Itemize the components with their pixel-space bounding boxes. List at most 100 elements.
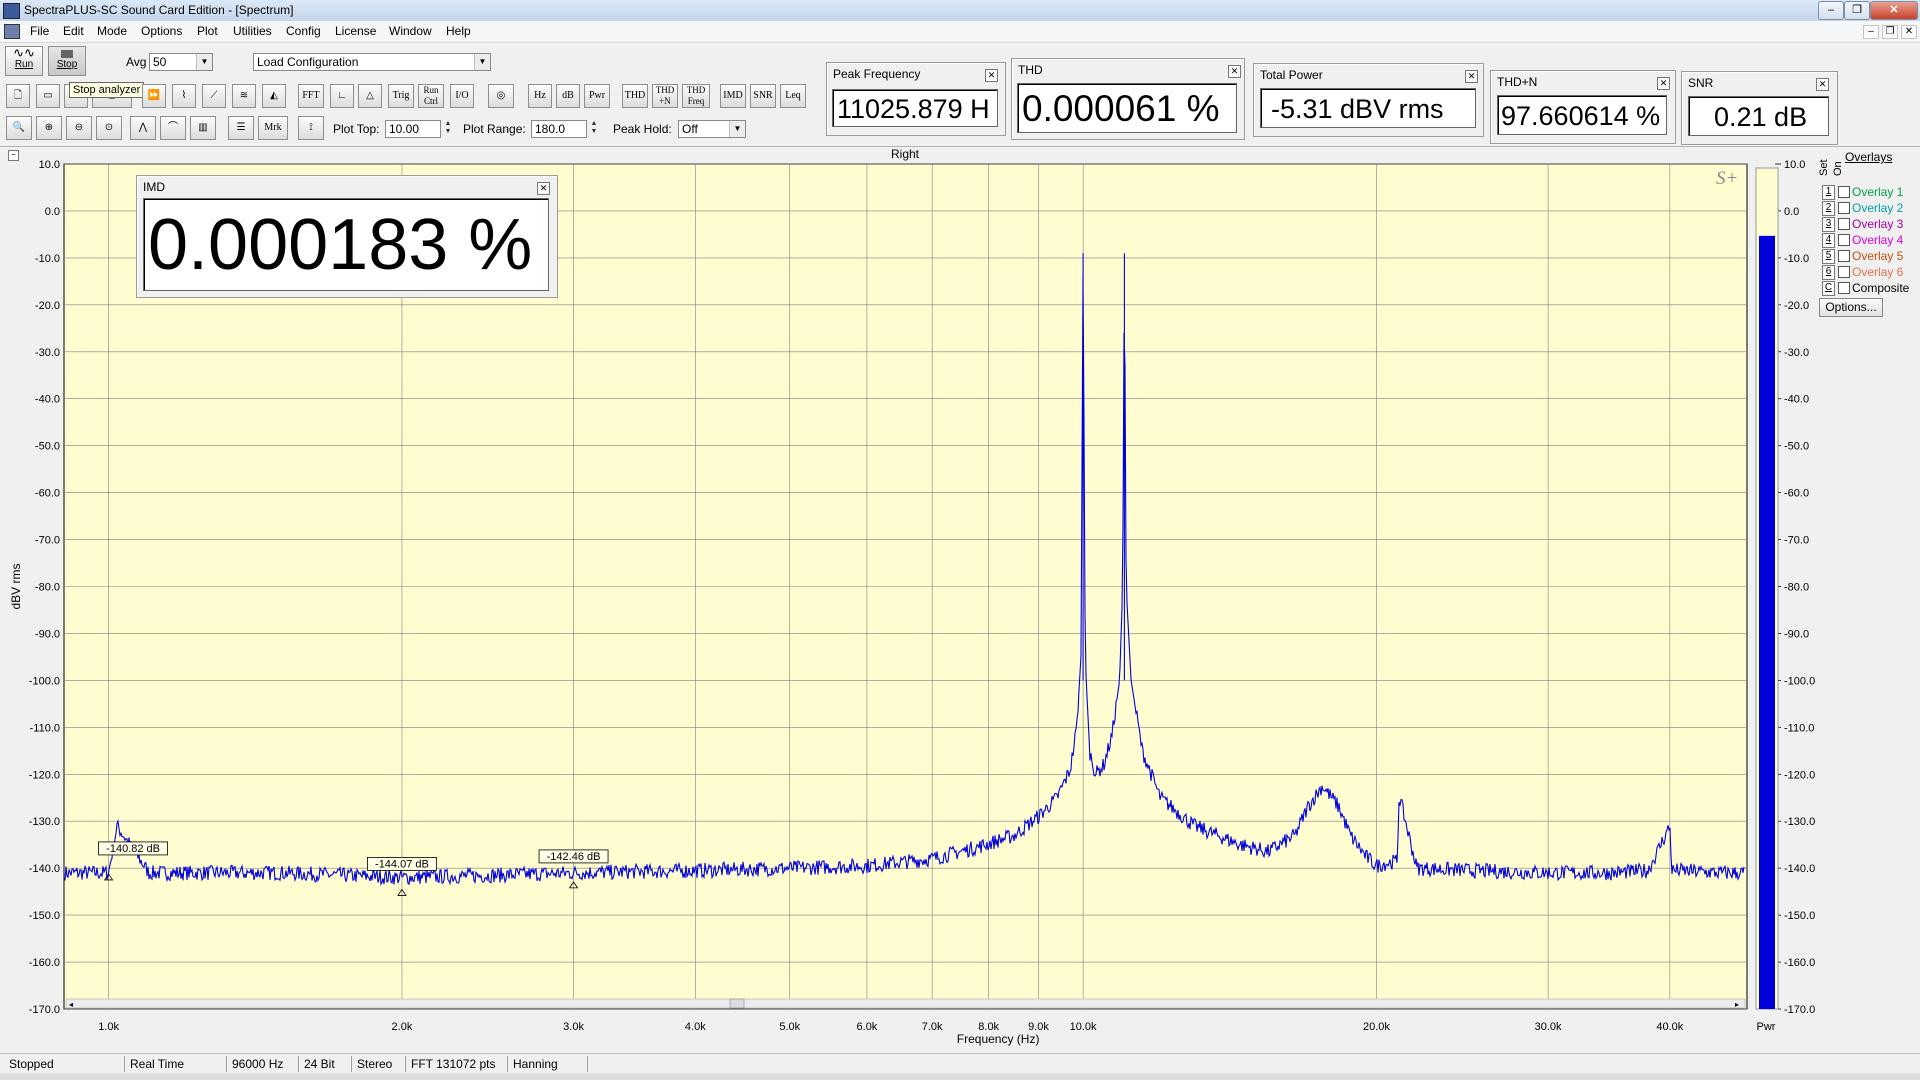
overlay-set-number[interactable]: 5 [1822,249,1835,264]
thd-freq-button[interactable]: THD Freq [682,84,710,108]
overlay-on-checkbox[interactable] [1838,250,1850,262]
overlay-on-checkbox[interactable] [1838,266,1850,278]
thd-button[interactable]: THD [622,84,648,108]
peak-frequency-meter[interactable]: Peak Frequency ✕ 11025.879 H [826,62,1006,136]
stop-button[interactable]: Stop [48,46,86,76]
mdi-minimize-icon[interactable]: ‒ [1863,25,1879,39]
x-tick-label: 7.0k [922,1021,943,1033]
open-folder-icon[interactable]: ▭ [36,84,60,108]
overlay-set-number[interactable]: 3 [1822,217,1835,232]
hz-button[interactable]: Hz [528,84,552,108]
generator-icon[interactable]: ◎ [488,84,514,108]
config-select[interactable]: Load Configuration ▼ [253,53,491,71]
document-icon[interactable] [4,24,20,39]
menu-mode[interactable]: Mode [97,24,127,38]
y-tick-label: 10.0 [39,159,60,171]
spectrogram-icon[interactable]: ⌇ [172,84,196,108]
peak-hold-select[interactable]: Off ▼ [678,120,746,138]
overlay-set-number[interactable]: 6 [1822,265,1835,280]
meter-value: 0.000183 % [143,198,549,291]
scale-icon[interactable]: ⟟ [298,116,324,140]
y-tick-label-right: -80.0 [1784,582,1809,594]
trace-icon[interactable]: ⌒ [160,116,186,140]
menu-plot[interactable]: Plot [197,24,218,38]
list-icon[interactable]: ☰ [228,116,254,140]
thd-n-button[interactable]: THD +N [652,84,678,108]
thd-n-meter[interactable]: THD+N ✕ 97.660614 % [1490,70,1676,144]
menu-license[interactable]: License [335,24,376,38]
x-tick-label: 3.0k [563,1021,584,1033]
menu-help[interactable]: Help [446,24,471,38]
menu-options[interactable]: Options [141,24,182,38]
overlay-on-checkbox[interactable] [1838,282,1850,294]
plot-range-input[interactable]: 180.0 ▲ ▼ [531,120,597,138]
3d-plot-icon[interactable]: ◭ [262,84,286,108]
close-icon[interactable]: ✕ [537,182,550,195]
scope-icon[interactable]: △ [358,84,382,108]
menu-window[interactable]: Window [389,24,432,38]
spinner-icon[interactable]: ▲ ▼ [442,120,454,138]
snr-meter[interactable]: SNR ✕ 0.21 dB [1681,71,1838,145]
avg-select[interactable]: 50 ▼ [149,53,213,71]
close-icon[interactable]: ✕ [985,69,998,82]
meter-title: SNR [1688,76,1714,90]
run-button[interactable]: ∿∿ Run [5,46,43,76]
plot-top-input[interactable]: 10.00 ▲ ▼ [385,120,451,138]
fast-forward-icon[interactable]: ⏩ [142,84,166,108]
db-button[interactable]: dB [556,84,580,108]
axis-icon[interactable]: ∟ [330,84,354,108]
imd-button[interactable]: IMD [720,84,746,108]
new-file-icon[interactable]: 🗋 [6,84,30,108]
peak-icon[interactable]: ⋀ [130,116,156,140]
maximize-icon[interactable]: ❐ [1844,1,1870,20]
close-icon[interactable]: ✕ [1870,1,1918,20]
zoom-out-x-icon[interactable]: ⊖ [66,116,92,140]
zoom-icon[interactable]: 🔍 [6,116,32,140]
overlay-on-checkbox[interactable] [1838,234,1850,246]
total-power-meter[interactable]: Total Power ✕ -5.31 dBV rms [1253,63,1484,137]
run-ctrl-button[interactable]: Run Ctrl [418,84,444,108]
bars-icon[interactable]: ▥ [190,116,216,140]
thd-meter[interactable]: THD ✕ 0.000061 % [1011,58,1245,140]
leq-button[interactable]: Leq [780,84,806,108]
close-icon[interactable]: ✕ [1816,78,1829,91]
zoom-full-icon[interactable]: ⊙ [96,116,122,140]
waterfall-icon[interactable]: ≋ [232,84,256,108]
mrk-button[interactable]: Mrk [258,116,288,140]
minimize-icon[interactable]: ‒ [1818,1,1844,20]
sine-wave-icon: ∿∿ [13,45,35,60]
overlay-on-checkbox[interactable] [1838,202,1850,214]
mdi-close-icon[interactable]: ✕ [1901,25,1917,39]
spinner-icon[interactable]: ▲ ▼ [588,120,600,138]
overlay-label: Overlay 1 [1852,185,1904,199]
overlay-set-number[interactable]: 1 [1822,185,1835,200]
menu-utilities[interactable]: Utilities [233,24,272,38]
ramp-icon[interactable]: ⟋ [202,84,226,108]
close-icon[interactable]: ✕ [1228,65,1241,78]
menu-file[interactable]: File [30,24,49,38]
overlay-on-checkbox[interactable] [1838,186,1850,198]
close-icon[interactable]: ✕ [1465,70,1478,83]
pwr-button[interactable]: Pwr [584,84,610,108]
meter-value: 11025.879 H [832,89,998,127]
mdi-restore-icon[interactable]: ❐ [1882,25,1898,39]
io-button[interactable]: I/O [450,84,474,108]
horizontal-scrollbar[interactable]: ◂ ▸ [65,998,1746,1009]
imd-meter[interactable]: IMD ✕ 0.000183 % [136,175,558,298]
trig-button[interactable]: Trig [388,84,414,108]
avg-label: Avg [126,55,147,69]
stop-button-label: Stop [56,59,78,70]
status-channels: Stereo [351,1056,405,1072]
overlay-set-number[interactable]: 2 [1822,201,1835,216]
menu-edit[interactable]: Edit [63,24,84,38]
overlay-options-button[interactable]: Options... [1819,298,1883,317]
fft-button[interactable]: FFT [298,84,324,108]
menu-config[interactable]: Config [286,24,321,38]
overlay-set-number[interactable]: 4 [1822,233,1835,248]
close-icon[interactable]: ✕ [1657,77,1670,90]
snr-button[interactable]: SNR [750,84,776,108]
overlay-on-checkbox[interactable] [1838,218,1850,230]
overlay-set-number[interactable]: C [1822,281,1835,296]
zoom-in-x-icon[interactable]: ⊕ [36,116,62,140]
overlays-set-label: Set [1818,159,1830,176]
